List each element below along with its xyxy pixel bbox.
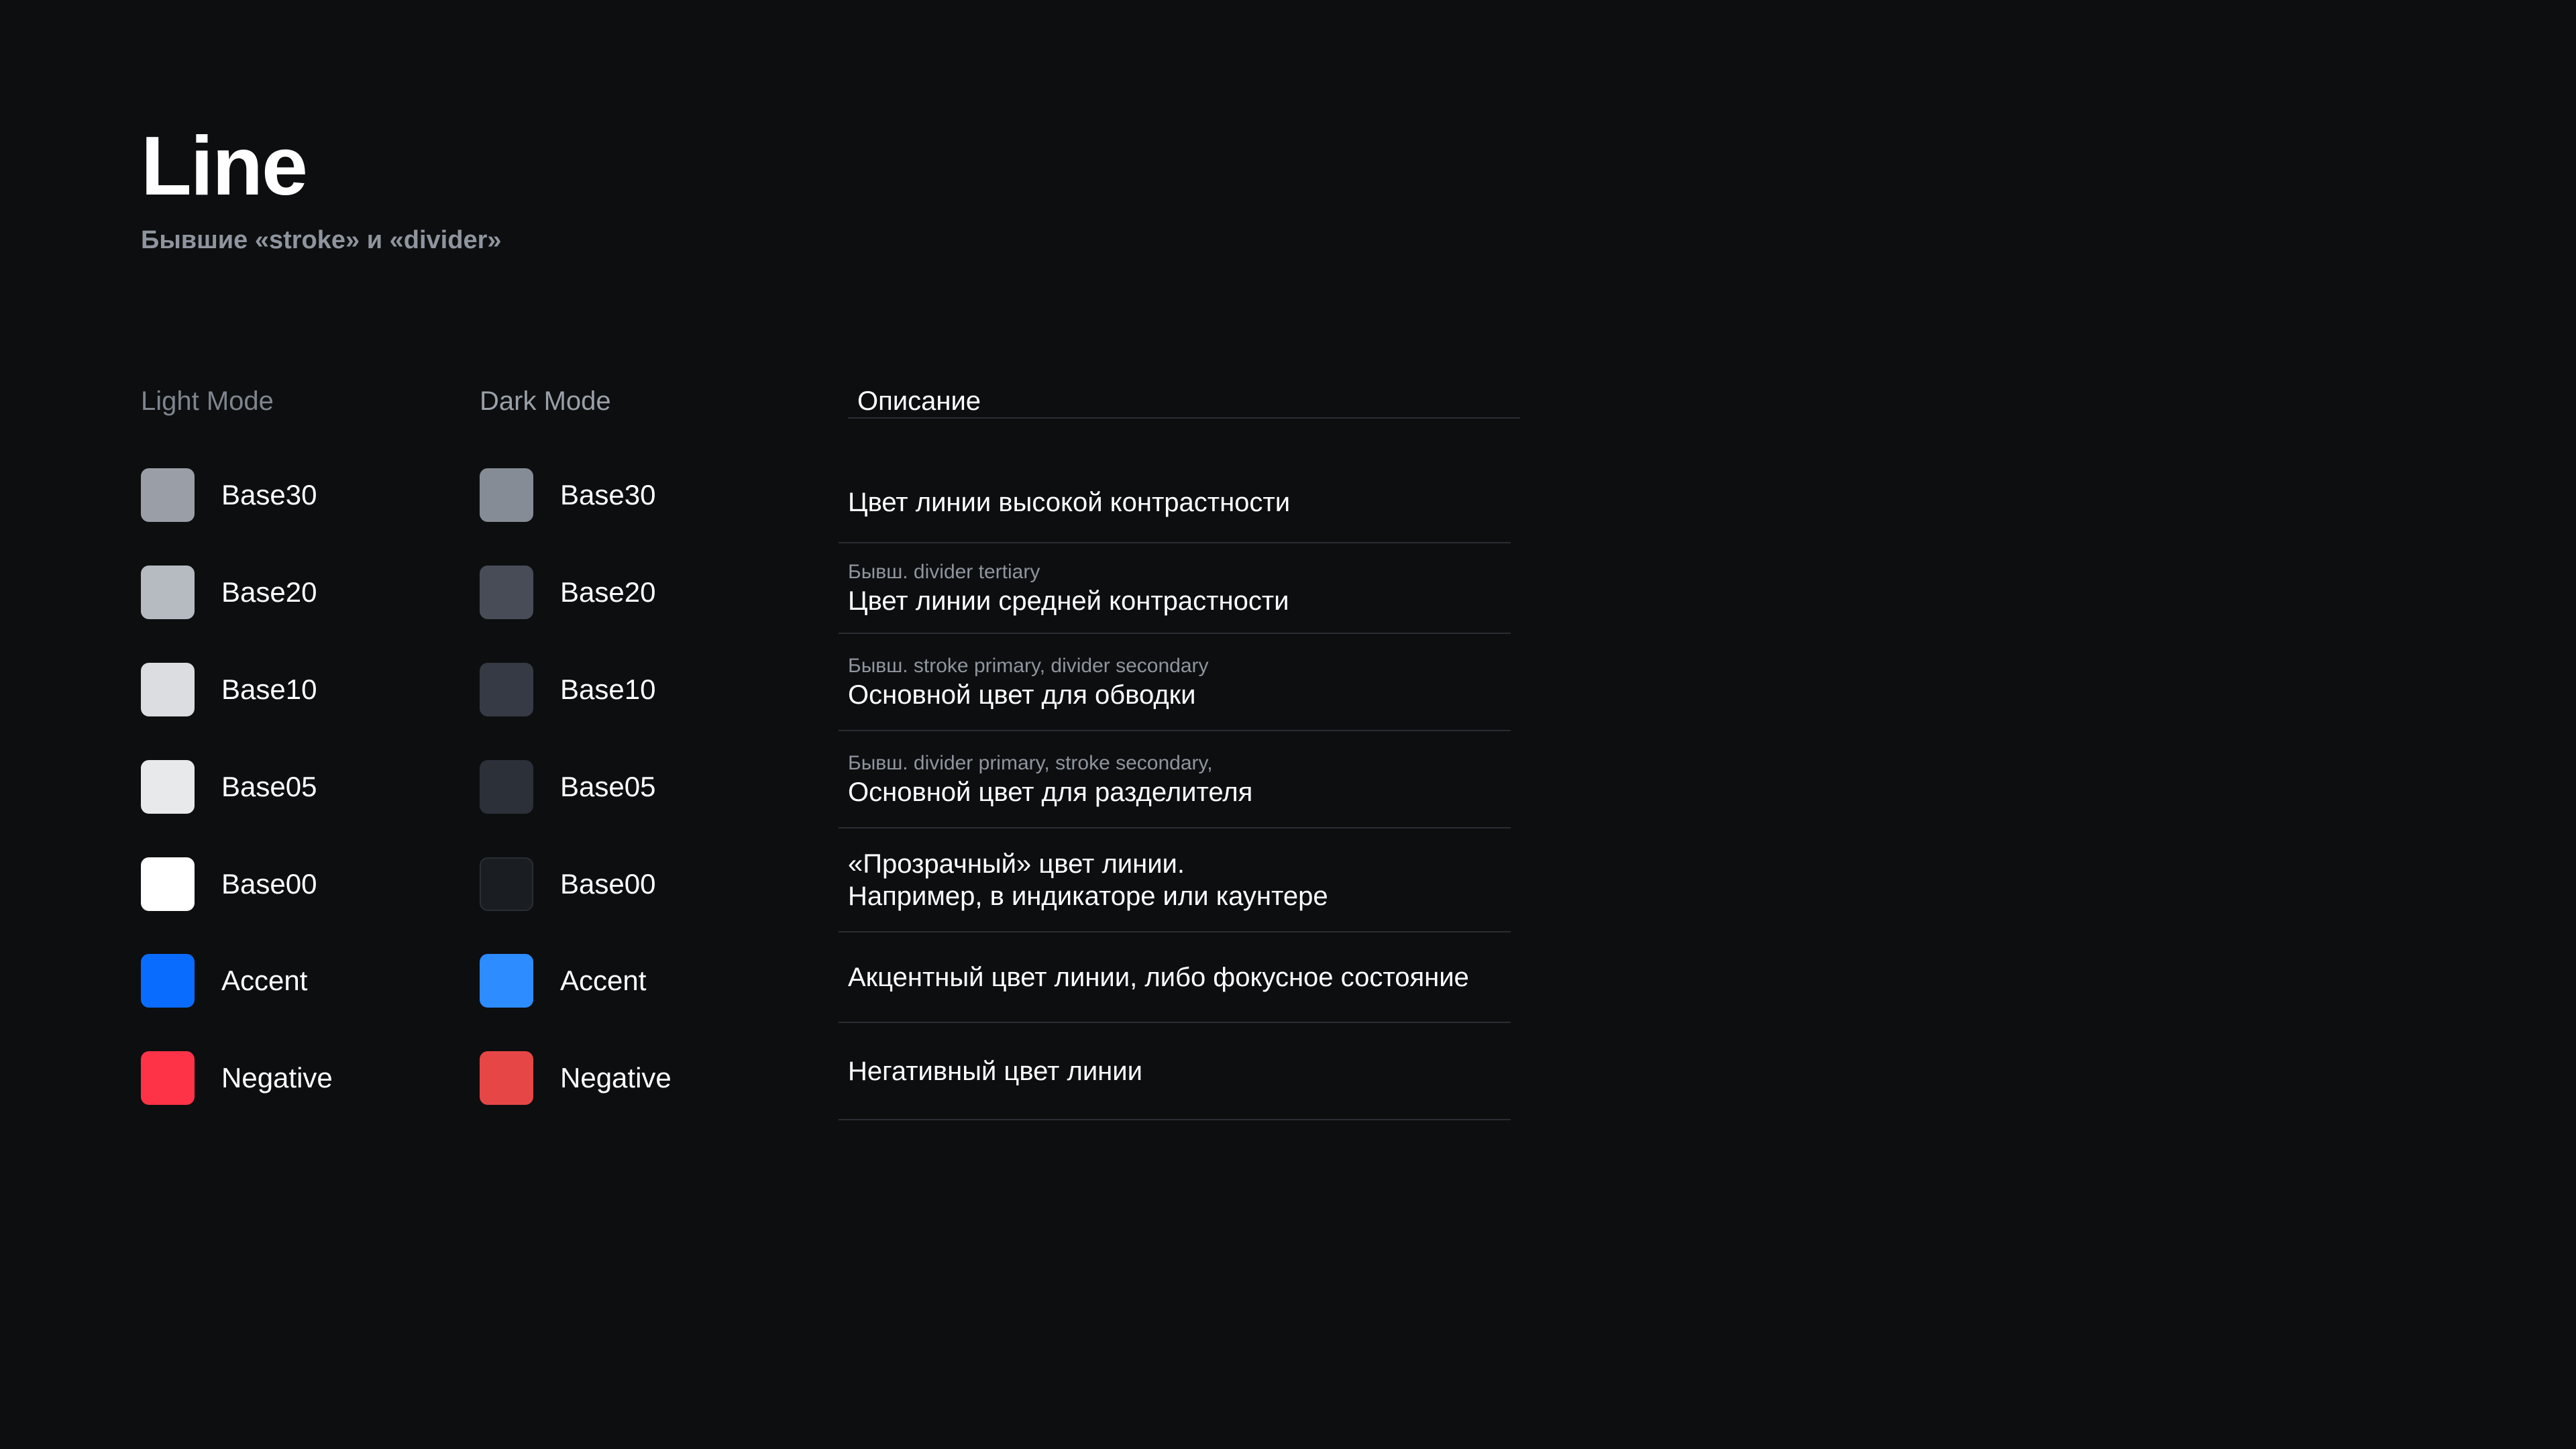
description-cell: Бывш. divider primary, stroke secondary,… (839, 731, 1511, 828)
page-subtitle: Бывшие «stroke» и «divider» (141, 226, 502, 254)
token-label: Base05 (560, 771, 656, 802)
color-swatch (141, 760, 195, 814)
dark-token-base05: Base05 (480, 760, 655, 814)
token-label: Base00 (221, 868, 317, 900)
color-swatch (480, 468, 533, 522)
description-cell: Бывш. stroke primary, divider secondary О… (839, 634, 1511, 731)
color-swatch (480, 566, 533, 619)
color-swatch (480, 760, 533, 814)
dark-token-base30: Base30 (480, 468, 655, 522)
dark-token-base00: Base00 (480, 857, 655, 911)
color-swatch (141, 1051, 195, 1105)
color-swatch (480, 663, 533, 716)
color-swatch (141, 663, 195, 716)
token-label: Base10 (560, 674, 656, 705)
token-label: Accent (221, 965, 308, 996)
description-cell: Цвет линии высокой контрастности (839, 463, 1511, 543)
description-text-line-2: Например, в индикаторе или каунтере (848, 881, 1328, 911)
token-label: Negative (560, 1062, 672, 1093)
description-text: «Прозрачный» цвет линии. (848, 849, 1185, 879)
light-token-base10: Base10 (141, 663, 317, 716)
token-label: Base20 (560, 576, 656, 608)
column-header-description: Описание (848, 385, 1520, 419)
description-cell: «Прозрачный» цвет линии. Например, в инди… (839, 828, 1511, 932)
former-name: Бывш. divider primary, stroke secondary, (848, 751, 1213, 774)
description-cell: Акцентный цвет линии, либо фокусное сост… (839, 932, 1511, 1023)
light-token-base00: Base00 (141, 857, 317, 911)
dark-token-accent: Accent (480, 954, 646, 1008)
former-name: Бывш. stroke primary, divider secondary (848, 654, 1209, 677)
color-swatch (480, 857, 533, 911)
description-text: Цвет линии высокой контрастности (848, 488, 1291, 517)
color-swatch (141, 954, 195, 1008)
light-token-base05: Base05 (141, 760, 317, 814)
color-swatch (141, 566, 195, 619)
description-cell: Негативный цвет линии (839, 1023, 1511, 1120)
color-swatch (141, 857, 195, 911)
token-label: Base30 (221, 479, 317, 511)
description-text: Негативный цвет линии (848, 1056, 1142, 1086)
token-label: Accent (560, 965, 647, 996)
color-swatch (480, 1051, 533, 1105)
dark-token-base10: Base10 (480, 663, 655, 716)
dark-token-negative: Negative (480, 1051, 672, 1105)
description-cell: Бывш. divider tertiary Цвет линии средней… (839, 543, 1511, 634)
former-name: Бывш. divider tertiary (848, 560, 1040, 583)
token-label: Base05 (221, 771, 317, 802)
dark-token-base20: Base20 (480, 566, 655, 619)
token-label: Negative (221, 1062, 333, 1093)
description-text: Цвет линии средней контрастности (848, 586, 1289, 616)
page-title: Line (141, 120, 308, 213)
token-label: Base10 (221, 674, 317, 705)
light-token-base20: Base20 (141, 566, 317, 619)
token-label: Base00 (560, 868, 656, 900)
color-swatch (480, 954, 533, 1008)
description-text: Основной цвет для разделителя (848, 777, 1253, 807)
token-label: Base20 (221, 576, 317, 608)
color-swatch (141, 468, 195, 522)
description-text: Акцентный цвет линии, либо фокусное сост… (848, 962, 1469, 992)
light-token-base30: Base30 (141, 468, 317, 522)
description-text: Основной цвет для обводки (848, 680, 1196, 710)
column-header-light-mode: Light Mode (141, 386, 274, 416)
token-label: Base30 (560, 479, 656, 511)
light-token-negative: Negative (141, 1051, 333, 1105)
light-token-accent: Accent (141, 954, 307, 1008)
column-header-dark-mode: Dark Mode (480, 386, 611, 416)
